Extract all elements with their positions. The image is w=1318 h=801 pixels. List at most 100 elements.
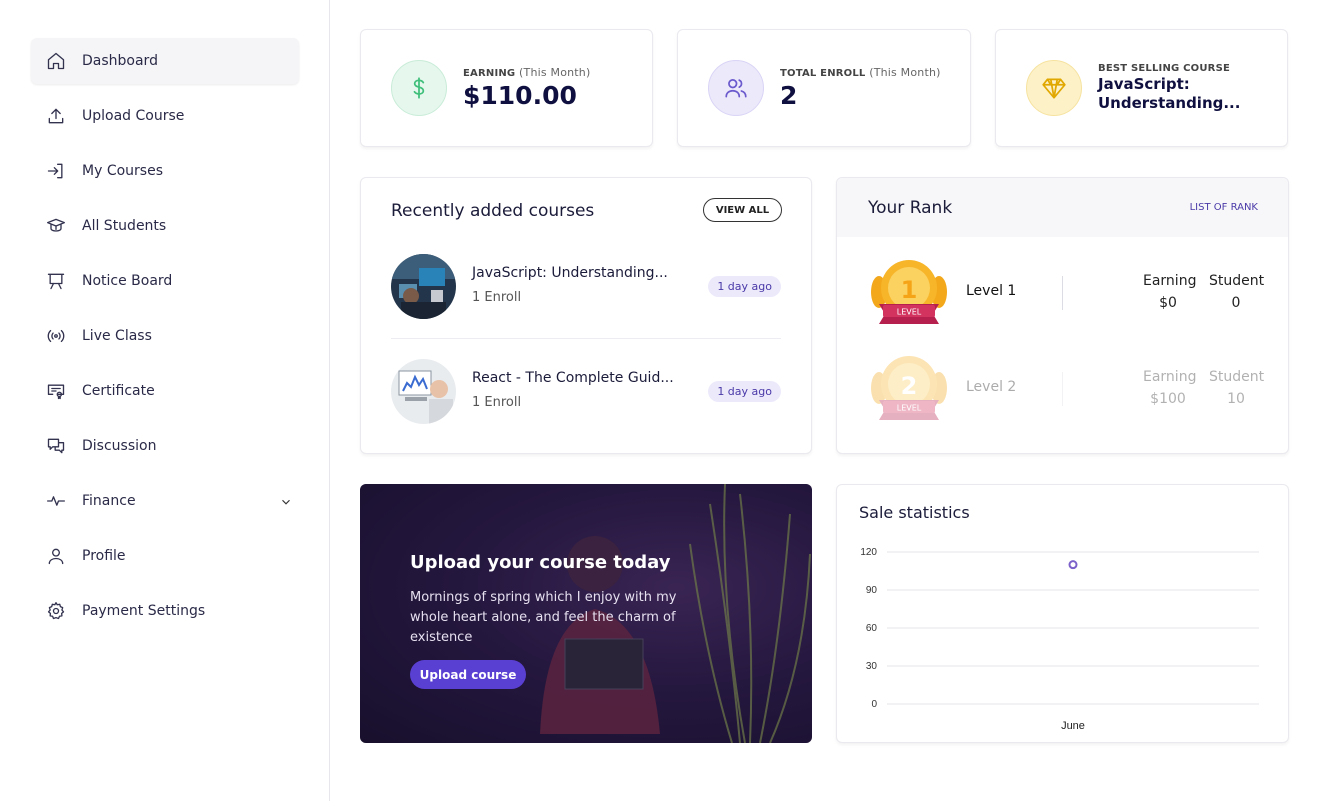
recent-courses-card: Recently added courses VIEW ALL JavaScri… <box>360 177 812 454</box>
list-item[interactable]: React - The Complete Guid... 1 Enroll 1 … <box>391 359 781 425</box>
sidebar-item-discussion[interactable]: Discussion <box>31 423 299 469</box>
upload-course-button[interactable]: Upload course <box>410 660 526 689</box>
best-selling-card: BEST SELLING COURSE JavaScript: Understa… <box>995 29 1288 147</box>
y-tick-label: 0 <box>871 699 877 710</box>
chevron-down-icon[interactable] <box>279 494 293 508</box>
sidebar-item-label: Upload Course <box>82 108 185 124</box>
student-value: 10 <box>1227 391 1245 407</box>
dollar-icon <box>391 60 447 116</box>
sidebar-item-label: Profile <box>82 548 126 564</box>
earning-label: EARNING <box>463 68 516 79</box>
enroll-sub: (This Month) <box>869 66 941 79</box>
broadcast-icon <box>45 325 67 347</box>
x-tick-label: June <box>1061 720 1085 732</box>
sidebar-item-label: Live Class <box>82 328 152 344</box>
rank-level-name: Level 1 <box>966 283 1017 299</box>
upload-icon <box>45 105 67 127</box>
sidebar-item-profile[interactable]: Profile <box>31 533 299 579</box>
sidebar-item-payment-settings[interactable]: Payment Settings <box>31 588 299 634</box>
earning-card: EARNING (This Month) $110.00 <box>360 29 653 147</box>
earning-label: Earning <box>1143 369 1197 385</box>
rank-card: Your Rank LIST OF RANK 1 LEVEL Level 1 E… <box>836 177 1289 454</box>
time-badge: 1 day ago <box>708 381 781 402</box>
certificate-icon <box>45 380 67 402</box>
best-selling-label: BEST SELLING COURSE <box>1098 63 1231 74</box>
activity-pulse-icon <box>45 490 67 512</box>
earning-sub: (This Month) <box>519 66 591 79</box>
divider <box>1062 276 1063 310</box>
course-title[interactable]: JavaScript: Understanding... <box>472 265 668 281</box>
student-label: Student <box>1209 369 1265 385</box>
sidebar-item-all-students[interactable]: All Students <box>31 203 299 249</box>
earning-text: EARNING (This Month) $110.00 <box>463 66 590 110</box>
course-enroll-count: 1 Enroll <box>472 290 522 305</box>
divider <box>391 338 781 339</box>
earning-value: $0 <box>1159 295 1177 311</box>
y-tick-label: 120 <box>860 547 877 558</box>
sidebar-item-finance[interactable]: Finance <box>31 478 299 524</box>
sale-statistics-card: Sale statistics 0 30 60 90 120 June <box>836 484 1289 743</box>
medal-number: 2 <box>901 372 918 400</box>
rank-students: Student 0 <box>1209 270 1265 314</box>
data-point <box>1068 560 1078 570</box>
graduation-cap-icon <box>45 215 67 237</box>
sidebar-item-label: My Courses <box>82 163 163 179</box>
rank-earning: Earning $100 <box>1143 366 1197 410</box>
rank-row: 1 LEVEL Level 1 Earning $0 Student 0 <box>867 258 1264 330</box>
y-tick-label: 30 <box>866 661 878 672</box>
view-all-button[interactable]: VIEW ALL <box>703 198 782 222</box>
y-tick-label: 90 <box>866 585 878 596</box>
medal-icon: 1 LEVEL <box>867 258 951 330</box>
rank-earning: Earning $0 <box>1143 270 1197 314</box>
recent-courses-title: Recently added courses <box>391 201 595 221</box>
earning-label: Earning <box>1143 273 1197 289</box>
enroll-card: TOTAL ENROLL (This Month) 2 <box>677 29 971 147</box>
list-of-rank-link[interactable]: LIST OF RANK <box>1190 202 1258 213</box>
earning-value: $110.00 <box>463 81 577 110</box>
best-selling-value[interactable]: JavaScript: Understanding... <box>1098 75 1240 113</box>
y-tick-label: 60 <box>866 623 878 634</box>
sidebar-item-label: Certificate <box>82 383 155 399</box>
course-title[interactable]: React - The Complete Guid... <box>472 370 674 386</box>
sidebar-item-dashboard[interactable]: Dashboard <box>31 38 299 84</box>
sidebar-item-upload-course[interactable]: Upload Course <box>31 93 299 139</box>
sale-statistics-chart: 0 30 60 90 120 June <box>860 547 1259 732</box>
user-icon <box>45 545 67 567</box>
sidebar-nav: Dashboard Upload Course My Courses All S… <box>31 38 299 643</box>
divider <box>1062 372 1063 406</box>
promo-title: Upload your course today <box>410 552 671 573</box>
rank-title: Your Rank <box>868 198 953 218</box>
enroll-text: TOTAL ENROLL (This Month) 2 <box>780 66 941 110</box>
sidebar-item-label: Notice Board <box>82 273 173 289</box>
medal-icon: 2 LEVEL <box>867 354 951 426</box>
sidebar-item-live-class[interactable]: Live Class <box>31 313 299 359</box>
enroll-value: 2 <box>780 81 798 110</box>
medal-ribbon-text: LEVEL <box>897 404 922 413</box>
gear-icon <box>45 600 67 622</box>
earning-value: $100 <box>1150 391 1186 407</box>
student-value: 0 <box>1231 295 1241 311</box>
enroll-label: TOTAL ENROLL <box>780 68 866 79</box>
course-thumbnail <box>391 359 456 424</box>
login-arrow-icon <box>45 160 67 182</box>
sidebar-item-notice-board[interactable]: Notice Board <box>31 258 299 304</box>
upload-promo-banner: Upload your course today Mornings of spr… <box>360 484 812 743</box>
sidebar-item-label: All Students <box>82 218 167 234</box>
best-selling-text: BEST SELLING COURSE JavaScript: Understa… <box>1098 63 1240 113</box>
rank-row: 2 LEVEL Level 2 Earning $100 Student 10 <box>867 354 1264 426</box>
sidebar: Dashboard Upload Course My Courses All S… <box>0 0 330 801</box>
medal-number: 1 <box>901 276 918 304</box>
promo-text: Mornings of spring which I enjoy with my… <box>410 590 677 645</box>
sidebar-item-my-courses[interactable]: My Courses <box>31 148 299 194</box>
diamond-icon <box>1026 60 1082 116</box>
sidebar-item-certificate[interactable]: Certificate <box>31 368 299 414</box>
sidebar-item-label: Payment Settings <box>82 603 206 619</box>
time-badge: 1 day ago <box>708 276 781 297</box>
rank-header: Your Rank LIST OF RANK <box>837 178 1288 237</box>
student-label: Student <box>1209 273 1265 289</box>
list-item[interactable]: JavaScript: Understanding... 1 Enroll 1 … <box>391 254 781 320</box>
sidebar-item-label: Discussion <box>82 438 157 454</box>
course-thumbnail <box>391 254 456 319</box>
rank-level-name: Level 2 <box>966 379 1017 395</box>
course-enroll-count: 1 Enroll <box>472 395 522 410</box>
